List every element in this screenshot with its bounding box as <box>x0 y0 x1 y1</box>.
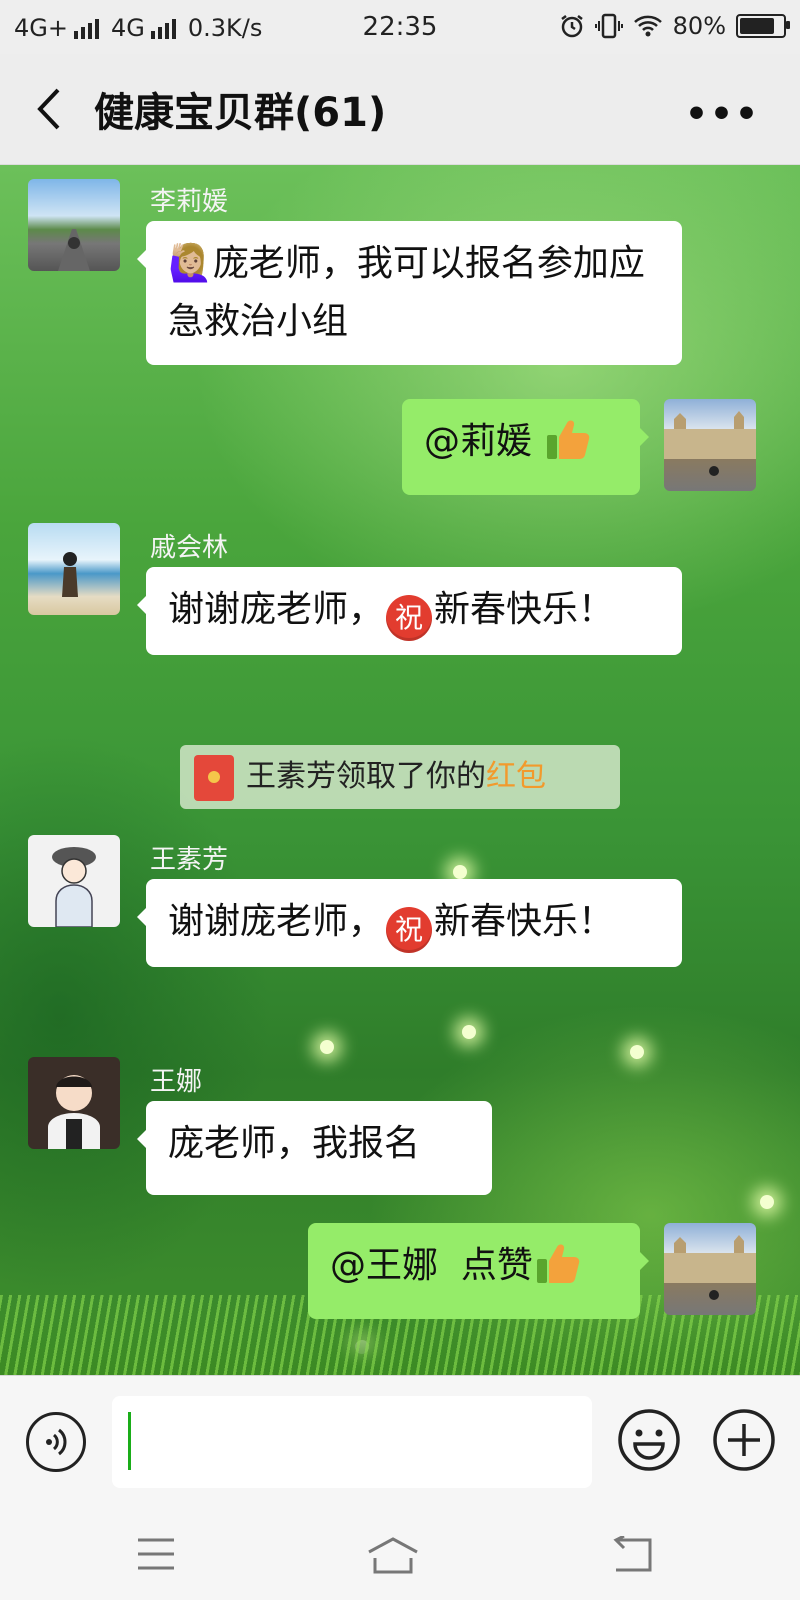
sender-name: 王素芳 <box>150 845 229 875</box>
status-bar: 4G+ 4G 0.3K/s 22:35 80% <box>0 0 800 54</box>
avatar-image <box>48 1075 100 1149</box>
avatar[interactable] <box>28 835 120 927</box>
alarm-icon <box>560 15 583 38</box>
message-bubble[interactable]: 谢谢庞老师，祝新春快乐！ <box>137 879 682 967</box>
zhu-emoji: 祝 <box>386 595 433 641</box>
message-bubble[interactable]: 🙋🏼‍♀️庞老师，我可以报名参加应急救治小组 <box>137 221 682 365</box>
self-avatar[interactable] <box>664 399 756 491</box>
more-icon[interactable]: ••• <box>685 94 760 135</box>
battery-fill <box>740 18 774 34</box>
avatar[interactable] <box>28 1057 120 1149</box>
raising-hand-emoji: 🙋🏼‍♀️ <box>168 243 213 284</box>
zhu-emoji: 祝 <box>386 907 433 953</box>
avatar-image <box>52 847 96 927</box>
wifi-icon <box>633 15 662 37</box>
message-text: 新春快乐！ <box>434 901 615 942</box>
message-bubble-self[interactable]: @王娜 点赞 <box>308 1223 649 1319</box>
battery-icon <box>736 14 790 38</box>
menu-icon[interactable] <box>136 1536 176 1572</box>
message-text: 庞老师，我报名 <box>168 1123 421 1164</box>
thumbs-up-icon <box>536 1244 580 1283</box>
background-sparkle <box>462 1025 476 1039</box>
avatar-image <box>62 552 78 597</box>
chat-area[interactable]: 李莉媛 🙋🏼‍♀️庞老师，我可以报名参加应急救治小组 @莉媛 戚会林 谢谢庞老师… <box>0 165 800 1375</box>
message-text: 谢谢庞老师， <box>168 901 385 942</box>
message-bubble[interactable]: 庞老师，我报名 <box>137 1101 492 1195</box>
background-sparkle <box>630 1045 644 1059</box>
message-bubble-self[interactable]: @莉媛 <box>402 399 649 495</box>
message-input[interactable] <box>112 1396 592 1488</box>
emoji-icon[interactable] <box>617 1408 681 1472</box>
sender-name: 李莉媛 <box>150 187 229 217</box>
title-bar: 健康宝贝群(61) ••• <box>0 54 800 165</box>
message-text: 谢谢庞老师， <box>168 589 385 630</box>
thumbs-up-icon <box>547 420 590 459</box>
message-text: 庞老师，我可以报名参加应急救治小组 <box>168 243 645 342</box>
back-icon[interactable] <box>30 84 70 134</box>
background-sparkle <box>760 1195 774 1209</box>
sender-name: 王娜 <box>150 1067 203 1097</box>
chat-title: 健康宝贝群(61) <box>94 90 387 136</box>
mention-text: @王娜 <box>330 1245 439 1286</box>
background-sparkle <box>320 1040 334 1054</box>
voice-button[interactable] <box>26 1412 86 1472</box>
avatar[interactable] <box>28 523 120 615</box>
text-caret <box>128 1412 131 1470</box>
red-packet-icon <box>194 755 234 801</box>
message-text: 点赞 <box>460 1245 533 1286</box>
mention-text: @莉媛 <box>424 421 533 462</box>
plus-icon[interactable] <box>712 1408 776 1472</box>
vibrate-icon <box>594 13 623 39</box>
avatar-image <box>664 1235 756 1300</box>
avatar[interactable] <box>28 179 120 271</box>
status-right: 80% <box>559 12 790 40</box>
red-packet-link[interactable]: 红包 <box>486 759 546 794</box>
message-text: 新春快乐！ <box>434 589 615 630</box>
message-bubble[interactable]: 谢谢庞老师，祝新春快乐！ <box>137 567 682 655</box>
avatar-image <box>664 411 756 476</box>
self-avatar[interactable] <box>664 1223 756 1315</box>
sender-name: 戚会林 <box>150 533 229 563</box>
system-nav-bar <box>0 1510 800 1600</box>
avatar-image <box>58 229 90 271</box>
input-bar <box>0 1375 800 1511</box>
system-notice: 王素芳领取了你的红包 <box>180 745 620 809</box>
background-sparkle <box>453 865 467 879</box>
back-nav-icon[interactable] <box>610 1536 654 1572</box>
system-notice-text: 王素芳领取了你的 <box>246 759 486 794</box>
voice-icon <box>46 1428 67 1456</box>
battery-percent: 80% <box>672 12 726 40</box>
home-icon[interactable] <box>366 1536 420 1576</box>
